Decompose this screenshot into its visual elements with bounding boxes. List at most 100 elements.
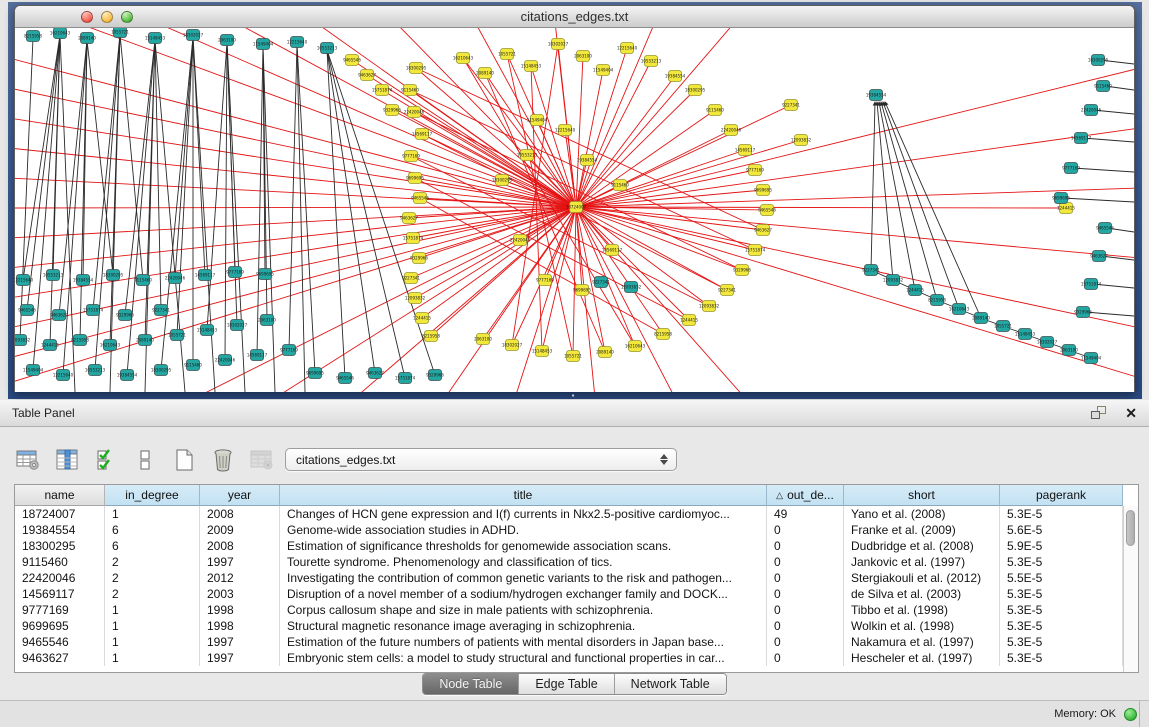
graph-edge[interactable]: [227, 42, 235, 272]
graph-node[interactable]: 1244415: [680, 315, 698, 326]
table-cell[interactable]: Investigating the contribution of common…: [280, 570, 767, 586]
network-window-titlebar[interactable]: citations_edges.txt: [15, 6, 1134, 28]
table-cell[interactable]: 6: [105, 522, 200, 538]
graph-edge[interactable]: [415, 207, 576, 298]
table-cell[interactable]: 1: [105, 618, 200, 634]
table-cell[interactable]: 6: [105, 538, 200, 554]
column-header-pagerank[interactable]: pagerank: [1000, 485, 1123, 506]
graph-node[interactable]: 1055721: [111, 28, 129, 38]
graph-node[interactable]: 14569117: [1071, 133, 1092, 144]
graph-node[interactable]: 11549404: [527, 115, 548, 126]
table-cell[interactable]: 0: [767, 650, 844, 666]
graph-node[interactable]: 9699695: [406, 173, 424, 184]
graph-node[interactable]: 1055721: [994, 321, 1012, 332]
graph-node[interactable]: 10553213: [317, 43, 338, 54]
table-cell[interactable]: 5.5E-5: [1000, 570, 1123, 586]
show-columns-icon[interactable]: [53, 446, 81, 474]
graph-node[interactable]: 12093832: [791, 135, 812, 146]
table-cell[interactable]: Dudbridge et al. (2008): [844, 538, 1000, 554]
table-cell[interactable]: 9465546: [15, 634, 105, 650]
graph-node[interactable]: 9777169: [746, 165, 764, 176]
graph-edge[interactable]: [576, 70, 603, 207]
table-cell[interactable]: 0: [767, 554, 844, 570]
table-row[interactable]: 946554611997Estimation of the future num…: [15, 634, 1138, 650]
table-cell[interactable]: Changes of HCN gene expression and I(f) …: [280, 506, 767, 522]
graph-node[interactable]: 15148453: [197, 325, 218, 336]
graph-node[interactable]: 2089140: [136, 335, 154, 346]
table-cell[interactable]: 2008: [200, 538, 280, 554]
graph-node[interactable]: 14569117: [735, 145, 756, 156]
graph-node[interactable]: 1055721: [168, 330, 186, 341]
graph-edge[interactable]: [1085, 312, 1134, 316]
graph-node[interactable]: 11549404: [253, 39, 274, 50]
graph-node[interactable]: 12215640: [287, 37, 308, 48]
graph-node[interactable]: 18302027: [1037, 337, 1058, 348]
graph-node[interactable]: 9777169: [402, 151, 420, 162]
graph-node[interactable]: 2063100: [1060, 345, 1078, 356]
graph-node[interactable]: 11549404: [23, 365, 44, 376]
graph-edge[interactable]: [576, 207, 1134, 328]
citation-network-graph[interactable]: 1872400718300295911546022420046145691179…: [15, 28, 1134, 392]
graph-node[interactable]: 9329966: [410, 253, 428, 264]
graph-node[interactable]: 9115460: [401, 85, 419, 96]
graph-edge[interactable]: [225, 42, 227, 360]
close-panel-icon[interactable]: ✕: [1125, 406, 1137, 420]
graph-node[interactable]: 9465546: [343, 55, 361, 66]
graph-node[interactable]: 12093832: [621, 282, 642, 293]
graph-node[interactable]: 9465546: [1096, 223, 1114, 234]
graph-node[interactable]: 9115460: [184, 360, 202, 371]
graph-node[interactable]: 1055721: [564, 351, 582, 362]
table-row[interactable]: 969969511998Structural magnetic resonanc…: [15, 618, 1138, 634]
graph-edge[interactable]: [15, 207, 576, 298]
graph-edge[interactable]: [573, 207, 576, 356]
graph-edge[interactable]: [327, 50, 345, 378]
graph-edge[interactable]: [257, 46, 263, 355]
graph-node[interactable]: 9699695: [306, 368, 324, 379]
graph-node[interactable]: 2089140: [476, 68, 494, 79]
graph-edge[interactable]: [155, 40, 161, 310]
graph-node[interactable]: 9329966: [116, 310, 134, 321]
graph-edge[interactable]: [227, 42, 245, 392]
table-cell[interactable]: Genome-wide association studies in ADHD.: [280, 522, 767, 538]
graph-node[interactable]: 11549404: [1081, 353, 1102, 364]
table-cell[interactable]: 2: [105, 570, 200, 586]
graph-node[interactable]: 9777169: [1062, 163, 1080, 174]
graph-node[interactable]: 2063100: [218, 35, 236, 46]
table-source-select[interactable]: citations_edges.txt: [285, 448, 677, 471]
column-header-out_de[interactable]: △out_de...: [767, 485, 844, 506]
table-cell[interactable]: 0: [767, 538, 844, 554]
table-cell[interactable]: 2008: [200, 506, 280, 522]
graph-edge[interactable]: [422, 134, 576, 207]
graph-edge[interactable]: [297, 44, 305, 392]
column-header-name[interactable]: name: [15, 485, 105, 506]
table-cell[interactable]: 9115460: [15, 554, 105, 570]
table-row[interactable]: 977716911998Corpus callosum shape and si…: [15, 602, 1138, 618]
graph-node[interactable]: 9227341: [862, 265, 880, 276]
table-cell[interactable]: 49: [767, 506, 844, 522]
table-mode-icon[interactable]: [14, 446, 42, 474]
create-column-icon[interactable]: [170, 446, 198, 474]
graph-node[interactable]: 9463627: [400, 213, 418, 224]
graph-node[interactable]: 18302027: [548, 39, 569, 50]
graph-node[interactable]: 8215958: [422, 331, 440, 342]
graph-node[interactable]: 9699695: [754, 185, 772, 196]
column-header-title[interactable]: title: [280, 485, 767, 506]
graph-node[interactable]: 9115460: [611, 180, 629, 191]
graph-node[interactable]: 9463627: [754, 225, 772, 236]
graph-node[interactable]: 8215958: [654, 329, 672, 340]
graph-node[interactable]: 9227341: [782, 100, 800, 111]
graph-node[interactable]: 12215640: [617, 43, 638, 54]
graph-node[interactable]: 2089140: [78, 33, 96, 44]
table-cell[interactable]: 1998: [200, 618, 280, 634]
table-row[interactable]: 1938455462009Genome-wide association stu…: [15, 522, 1138, 538]
table-row[interactable]: 946362711997Embryonic stem cells: a mode…: [15, 650, 1138, 666]
graph-edge[interactable]: [27, 35, 60, 310]
graph-node[interactable]: 1244415: [413, 313, 431, 324]
graph-node[interactable]: 9227341: [402, 273, 420, 284]
graph-node[interactable]: 18302027: [227, 320, 248, 331]
graph-node[interactable]: 9777169: [226, 267, 244, 278]
table-cell[interactable]: 1997: [200, 554, 280, 570]
graph-node[interactable]: 15148453: [521, 61, 542, 72]
graph-edge[interactable]: [576, 188, 1134, 207]
table-cell[interactable]: 5.3E-5: [1000, 602, 1123, 618]
